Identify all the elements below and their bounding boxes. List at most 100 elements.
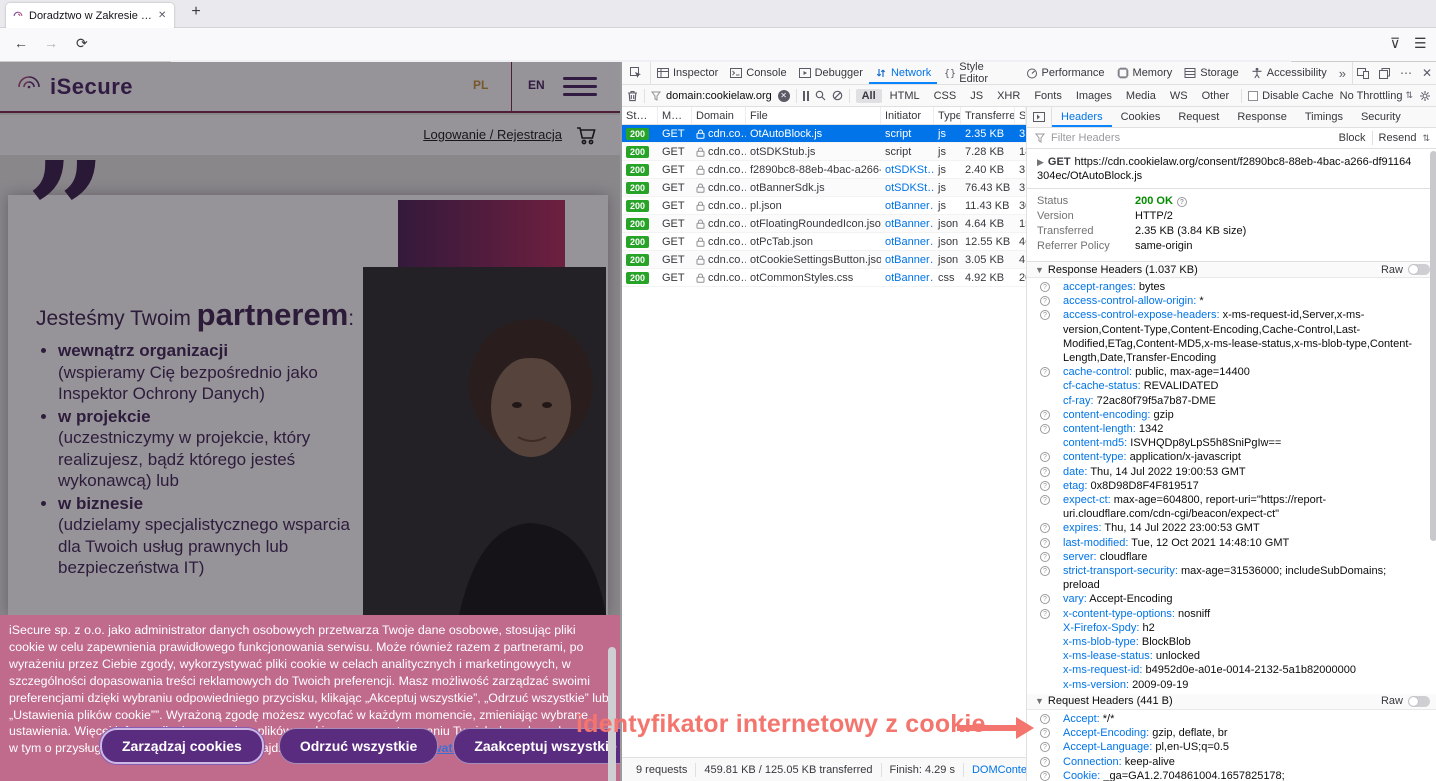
initiator-cell[interactable]: otBanner… (881, 272, 934, 284)
header-name[interactable]: x-ms-lease-status: (1063, 650, 1156, 662)
header-name[interactable]: etag: (1063, 480, 1091, 492)
expand-triangle-icon[interactable]: ▶ (1037, 157, 1044, 167)
type-filter-all[interactable]: All (856, 89, 882, 103)
type-filter-css[interactable]: CSS (928, 89, 963, 103)
table-row[interactable]: 200GETcdn.co…otCommonStyles.cssotBanner…… (622, 269, 1026, 287)
header-name[interactable]: strict-transport-security: (1063, 565, 1181, 577)
tab-memory[interactable]: Memory (1111, 62, 1179, 84)
header-name[interactable]: x-ms-version: (1063, 679, 1132, 691)
help-icon[interactable]: ? (1040, 467, 1050, 477)
disable-cache-checkbox[interactable]: Disable Cache (1248, 90, 1334, 102)
pick-element-button[interactable] (622, 62, 651, 84)
detail-scrollbar[interactable] (1430, 151, 1436, 541)
resend-dropdown-icon[interactable]: ⇅ (1422, 133, 1430, 144)
help-icon[interactable]: ? (1040, 609, 1050, 619)
table-row[interactable]: 200GETcdn.co…f2890bc8-88eb-4bac-a266-df9… (622, 161, 1026, 179)
tab-close-icon[interactable]: ✕ (158, 10, 166, 21)
detail-tab-cookies[interactable]: Cookies (1112, 107, 1170, 127)
headers-scroll-area[interactable]: ▶GEThttps://cdn.cookielaw.org/consent/f2… (1027, 149, 1436, 781)
type-filter-js[interactable]: JS (964, 89, 989, 103)
devtools-more-options-icon[interactable]: ⋯ (1400, 66, 1412, 80)
clear-filter-icon[interactable]: ✕ (778, 90, 790, 102)
header-name[interactable]: x-ms-blob-type: (1063, 636, 1142, 648)
help-icon[interactable]: ? (1040, 728, 1050, 738)
response-headers-section-bar[interactable]: ▼ Response Headers (1.037 KB) Raw (1027, 262, 1436, 278)
help-icon[interactable]: ? (1040, 714, 1050, 724)
help-icon[interactable]: ? (1040, 424, 1050, 434)
header-name[interactable]: content-encoding: (1063, 409, 1154, 421)
block-url-button[interactable]: Block (1339, 132, 1366, 144)
type-filter-html[interactable]: HTML (884, 89, 926, 103)
header-name[interactable]: Cookie: (1063, 770, 1103, 781)
tab-network[interactable]: Network (869, 62, 937, 84)
tab-storage[interactable]: Storage (1178, 62, 1245, 84)
header-name[interactable]: x-content-type-options: (1063, 608, 1178, 620)
forward-icon[interactable]: → (44, 35, 58, 51)
header-name[interactable]: content-md5: (1063, 437, 1130, 449)
help-icon[interactable]: ? (1040, 552, 1050, 562)
column-header[interactable]: Type (934, 107, 961, 124)
header-name[interactable]: Accept-Encoding: (1063, 727, 1152, 739)
header-name[interactable]: access-control-allow-origin: (1063, 295, 1199, 307)
initiator-cell[interactable]: otBanner… (881, 254, 934, 266)
pocket-icon[interactable]: ⊽ (1390, 35, 1400, 52)
table-row[interactable]: 200GETcdn.co…otBannerSdk.jsotSDKSt…js76.… (622, 179, 1026, 197)
header-name[interactable]: access-control-expose-headers: (1063, 309, 1223, 321)
header-name[interactable]: X-Firefox-Spdy: (1063, 622, 1142, 634)
block-requests-icon[interactable] (832, 90, 843, 101)
help-icon[interactable]: ? (1040, 481, 1050, 491)
help-icon[interactable]: ? (1040, 566, 1050, 576)
header-name[interactable]: cf-cache-status: (1063, 380, 1144, 392)
header-name[interactable]: content-length: (1063, 423, 1139, 435)
tab-inspector[interactable]: Inspector (651, 62, 724, 84)
header-name[interactable]: last-modified: (1063, 537, 1131, 549)
initiator-cell[interactable]: otBanner… (881, 236, 934, 248)
header-name[interactable]: Accept-Language: (1063, 741, 1155, 753)
toggle-switch-icon[interactable] (1408, 264, 1430, 275)
manage-cookies-button[interactable]: Zarządzaj cookies (100, 728, 264, 764)
header-name[interactable]: expect-ct: (1063, 494, 1114, 506)
initiator-cell[interactable]: otSDKSt… (881, 164, 934, 176)
help-icon[interactable]: ? (1040, 452, 1050, 462)
menu-hamburger-icon[interactable]: ☰ (1414, 35, 1427, 52)
help-icon[interactable]: ? (1040, 757, 1050, 767)
raw-toggle-response[interactable]: Raw (1381, 264, 1430, 276)
help-icon[interactable]: ? (1040, 296, 1050, 306)
type-filter-fonts[interactable]: Fonts (1028, 89, 1068, 103)
table-row[interactable]: 200GETcdn.co…otCookieSettingsButton.json… (622, 251, 1026, 269)
help-icon[interactable]: ? (1040, 742, 1050, 752)
table-row[interactable]: 200GETcdn.co…otFloatingRoundedIcon.jsono… (622, 215, 1026, 233)
header-name[interactable]: content-type: (1063, 451, 1130, 463)
column-header[interactable]: File (746, 107, 881, 124)
toggle-switch-icon[interactable] (1408, 696, 1430, 707)
detail-tab-request[interactable]: Request (1169, 107, 1228, 127)
filter-headers-input[interactable]: Filter Headers (1051, 132, 1120, 144)
request-url-block[interactable]: ▶GEThttps://cdn.cookielaw.org/consent/f2… (1027, 149, 1436, 189)
resend-button[interactable]: Resend (1379, 132, 1417, 144)
column-header[interactable]: Size (1015, 107, 1026, 124)
network-table-header[interactable]: St…M…DomainFileInitiatorTypeTransferredS… (622, 107, 1026, 125)
help-icon[interactable]: ? (1040, 495, 1050, 505)
help-icon[interactable]: ? (1177, 197, 1187, 207)
tab-console[interactable]: Console (724, 62, 792, 84)
help-icon[interactable]: ? (1040, 523, 1050, 533)
clear-requests-trash-icon[interactable] (627, 90, 638, 102)
header-name[interactable]: date: (1063, 466, 1090, 478)
reject-all-button[interactable]: Odrzuć wszystkie (279, 728, 439, 764)
header-name[interactable]: cache-control: (1063, 366, 1135, 378)
request-filter-input[interactable]: domain:cookielaw.org ✕ (651, 90, 790, 102)
header-name[interactable]: vary: (1063, 593, 1089, 605)
column-header[interactable]: Initiator (881, 107, 934, 124)
type-filter-ws[interactable]: WS (1164, 89, 1194, 103)
column-header[interactable]: Domain (692, 107, 746, 124)
back-icon[interactable]: ← (14, 35, 28, 51)
tab-performance[interactable]: Performance (1020, 62, 1111, 84)
detail-tab-security[interactable]: Security (1352, 107, 1410, 127)
help-icon[interactable]: ? (1040, 310, 1050, 320)
network-settings-gear-icon[interactable] (1419, 90, 1431, 102)
type-filter-media[interactable]: Media (1120, 89, 1162, 103)
tab-style-editor[interactable]: {}Style Editor (937, 62, 1019, 84)
collapse-triangle-icon[interactable]: ▼ (1035, 696, 1044, 706)
header-name[interactable]: expires: (1063, 522, 1104, 534)
help-icon[interactable]: ? (1040, 367, 1050, 377)
